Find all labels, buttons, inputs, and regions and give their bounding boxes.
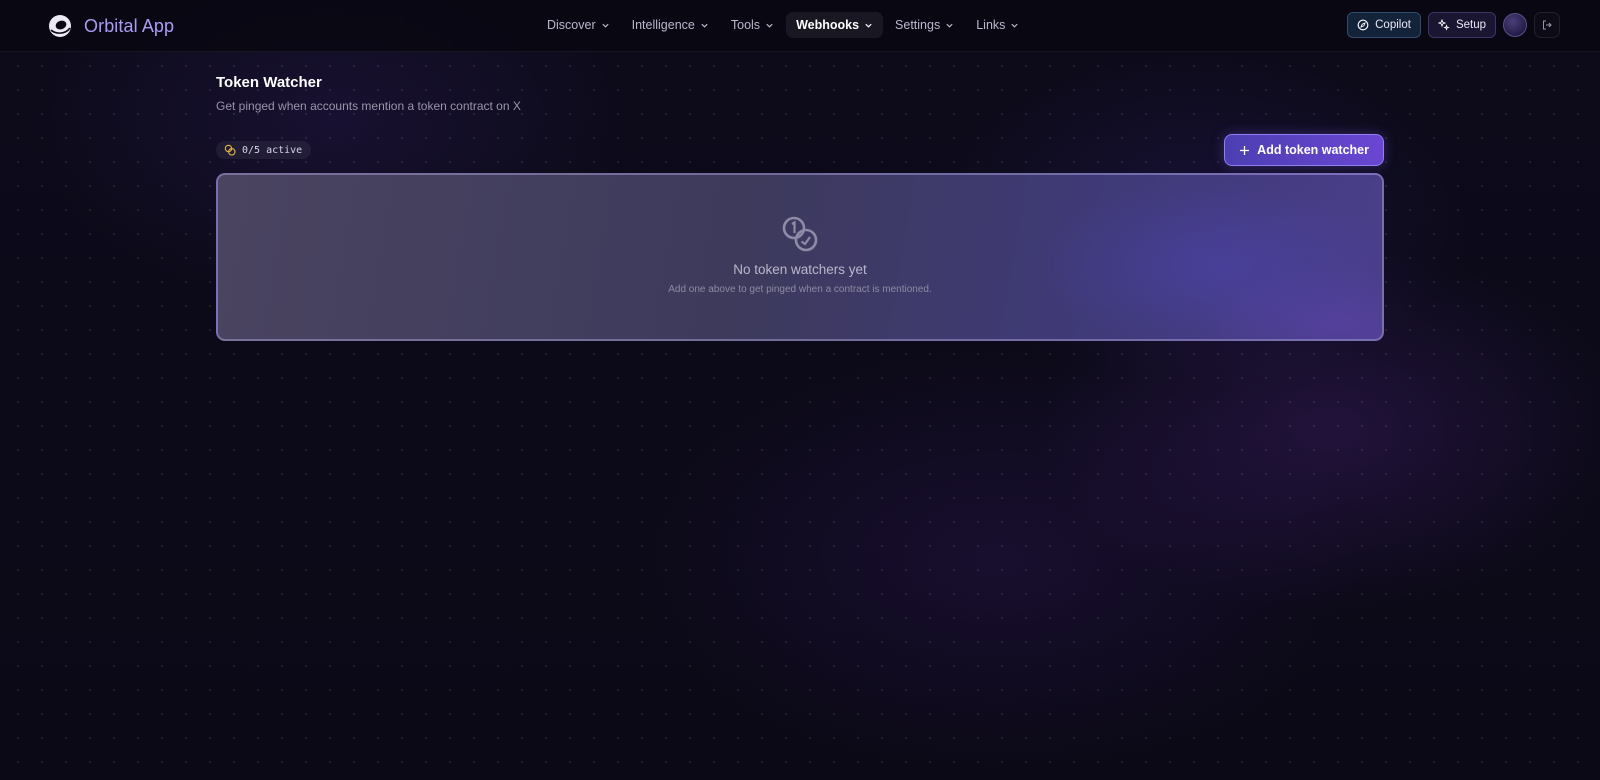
orbital-logo-icon (49, 15, 71, 37)
chevron-down-icon (602, 23, 609, 28)
setup-button[interactable]: Setup (1427, 12, 1496, 38)
app-name: Orbital App (84, 15, 175, 36)
chevron-down-icon (701, 23, 708, 28)
coins-icon (224, 144, 236, 156)
page-subtitle: Get pinged when accounts mention a token… (216, 99, 521, 113)
chevron-down-icon (766, 23, 773, 28)
copilot-label: Copilot (1375, 19, 1411, 31)
nav-label: Tools (730, 18, 761, 32)
main-content: Token Watcher Get pinged when accounts m… (216, 74, 1384, 341)
add-token-watcher-button[interactable]: Add token watcher (1224, 134, 1384, 166)
logout-icon (1543, 20, 1552, 30)
empty-state-title: No token watchers yet (733, 262, 867, 277)
setup-label: Setup (1455, 19, 1486, 31)
nav-settings[interactable]: Settings (885, 12, 964, 38)
nav-label: Settings (895, 18, 941, 32)
toolbar-row: 0/5 active Add token watcher (216, 134, 1384, 166)
brand[interactable]: Orbital App (47, 13, 174, 39)
main-nav: Discover Intelligence Tools Webhooks Set… (537, 12, 1029, 38)
nav-label: Discover (547, 18, 596, 32)
nav-label: Webhooks (796, 18, 860, 32)
nav-webhooks[interactable]: Webhooks (786, 12, 884, 38)
copilot-icon (1357, 19, 1369, 31)
copilot-button[interactable]: Copilot (1347, 12, 1421, 38)
avatar[interactable] (1503, 13, 1527, 37)
header-actions: Copilot Setup (1347, 12, 1560, 38)
coins-icon (782, 216, 818, 252)
nav-links[interactable]: Links (966, 12, 1029, 38)
nav-intelligence[interactable]: Intelligence (622, 12, 719, 38)
chevron-down-icon (1011, 23, 1019, 28)
page-title: Token Watcher (216, 74, 322, 91)
active-count: 0/5 active (242, 144, 303, 156)
sparkle-icon (1437, 19, 1450, 31)
nav-label: Links (976, 18, 1006, 32)
top-navigation-bar: Orbital App Discover Intelligence Tools … (0, 0, 1600, 52)
add-button-label: Add token watcher (1257, 143, 1369, 157)
nav-label: Intelligence (631, 18, 695, 32)
plus-icon (1240, 145, 1250, 155)
chevron-down-icon (946, 23, 953, 28)
chevron-down-icon (865, 23, 872, 28)
empty-state-subtitle: Add one above to get pinged when a contr… (668, 284, 932, 295)
logout-button[interactable] (1534, 12, 1560, 38)
nav-tools[interactable]: Tools (721, 12, 784, 38)
nav-discover[interactable]: Discover (537, 12, 620, 38)
active-count-badge: 0/5 active (216, 141, 312, 159)
empty-state-card: No token watchers yet Add one above to g… (216, 173, 1384, 341)
